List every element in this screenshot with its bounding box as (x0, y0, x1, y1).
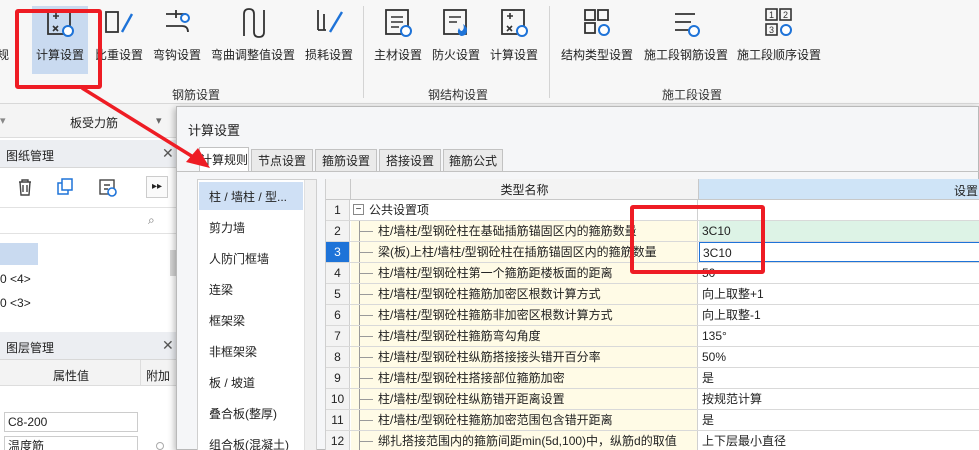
material-settings-button[interactable]: 主材设置 (371, 6, 425, 74)
drawing-item[interactable]: 0 <4> (0, 272, 31, 286)
category-item-frame-beam[interactable]: 框架梁 (199, 306, 303, 334)
table-row[interactable]: 7 柱/墙柱/型钢砼柱箍筋弯勾角度 135° (326, 326, 979, 347)
loss-settings-icon (317, 10, 344, 33)
drawing-item[interactable]: 0 <3> (0, 296, 31, 310)
steel-calc-icon (501, 9, 528, 37)
collapse-icon[interactable]: − (353, 204, 364, 215)
table-row[interactable]: 5 柱/墙柱/型钢砼柱箍筋加密区根数计算方式 向上取整+1 (326, 284, 979, 305)
tab-stirrup-formula[interactable]: 箍筋公式 (443, 149, 503, 171)
drawing-panel-title: 图纸管理 (6, 149, 55, 163)
hook-settings-icon (166, 10, 190, 33)
selected-drawing-item[interactable] (0, 243, 38, 265)
tab-lap-settings[interactable]: 搭接设置 (379, 149, 441, 171)
category-list: 柱 / 墙柱 / 型... 剪力墙 人防门框墙 连梁 框架梁 非框架梁 板 / … (197, 179, 317, 450)
svg-text:1: 1 (769, 10, 774, 20)
category-item-civil-defense[interactable]: 人防门框墙 (199, 244, 303, 272)
stage-rebar-settings-button[interactable]: 施工段钢筋设置 (641, 6, 731, 74)
stage-order-settings-button[interactable]: 1 2 3 施工段顺序设置 (735, 6, 823, 74)
tab-node-settings[interactable]: 节点设置 (251, 149, 313, 171)
search-icon[interactable]: ⌕ (148, 213, 155, 228)
stage-group-label: 施工段设置 (662, 88, 723, 102)
table-row[interactable]: 9 柱/墙柱/型钢砼柱搭接部位箍筋加密 是 (326, 368, 979, 389)
divider (0, 207, 180, 208)
left-toolbar: ▾ 板受力筋 ▾ (0, 104, 180, 138)
category-item-laminated-slab[interactable]: 叠合板(整厚) (199, 399, 303, 427)
stage-order-icon: 1 2 3 (765, 8, 792, 36)
table-row[interactable]: 12 绑扎搭接范围内的箍筋间距min(5d,100)中，纵筋d的取值 上下层最小… (326, 431, 979, 450)
structure-type-icon (584, 9, 610, 36)
close-icon[interactable]: ✕ (162, 337, 174, 354)
steel-group-label: 钢结构设置 (428, 88, 489, 102)
tab-divider (177, 171, 979, 172)
category-item-column[interactable]: 柱 / 墙柱 / 型... (199, 182, 303, 210)
fireproof-settings-button[interactable]: 防火设置 (429, 6, 483, 74)
table-row[interactable]: 8 柱/墙柱/型钢砼柱纵筋搭接接头错开百分率 50% (326, 347, 979, 368)
hook-settings-button[interactable]: 弯钩设置 (150, 6, 204, 74)
fireproof-settings-icon (443, 9, 467, 36)
property-value-cell[interactable]: C8-200 (4, 412, 138, 432)
bend-adjust-settings-button[interactable]: 弯曲调整值设置 (208, 6, 298, 74)
layer-panel-title: 图层管理 (6, 341, 55, 355)
property-value-cell[interactable]: 温度筋 (4, 436, 138, 450)
element-type-combo[interactable]: 板受力筋 (70, 114, 118, 131)
stage-rebar-icon (675, 13, 700, 37)
annotation-highlight-box (15, 9, 102, 89)
category-item-coupling-beam[interactable]: 连梁 (199, 275, 303, 303)
grid-corner (326, 179, 351, 200)
layer-panel-header: 图层管理 ✕ (0, 332, 180, 360)
category-item-non-frame-beam[interactable]: 非框架梁 (199, 337, 303, 365)
chevron-down-icon[interactable]: ▾ (156, 114, 162, 127)
svg-text:2: 2 (783, 10, 788, 20)
table-row[interactable]: 10 柱/墙柱/型钢砼柱纵筋错开距离设置 按规范计算 (326, 389, 979, 410)
table-row[interactable]: 6 柱/墙柱/型钢砼柱箍筋非加密区根数计算方式 向上取整-1 (326, 305, 979, 326)
ribbon-separator (363, 6, 364, 98)
ribbon-partial-button[interactable]: 规 (0, 6, 14, 74)
dialog-title: 计算设置 (188, 123, 241, 138)
col-extra-header: 附加 (146, 369, 171, 383)
ribbon-separator (549, 6, 550, 98)
ribbon-toolbar: 规 计算设置 比重设置 弯钩设置 弯曲调整值设置 损耗设置 钢筋设置 主材设置 … (0, 0, 979, 104)
material-settings-icon (385, 9, 412, 37)
col-type-header: 类型名称 (351, 179, 699, 200)
tab-stirrup-settings[interactable]: 箍筋设置 (315, 149, 377, 171)
bend-adjust-icon (243, 8, 265, 38)
divider (140, 360, 141, 386)
divider (0, 233, 180, 234)
property-table-header: 属性值 附加 (0, 360, 180, 386)
copy-icon[interactable] (54, 176, 76, 198)
drawing-panel-header: 图纸管理 ✕ (0, 140, 180, 168)
col-value-header: 属性值 (53, 369, 90, 383)
group-label: 公共设置项 (369, 203, 430, 217)
more-button[interactable]: ▸▸ (146, 176, 168, 198)
table-row[interactable]: 11 柱/墙柱/型钢砼柱箍筋加密范围包含错开距离 是 (326, 410, 979, 431)
annotation-highlight-box (630, 205, 765, 274)
category-item-slab[interactable]: 板 / 坡道 (199, 368, 303, 396)
calc-settings-dialog: 计算设置 计算规则 节点设置 箍筋设置 搭接设置 箍筋公式 柱 / 墙柱 / 型… (176, 106, 979, 450)
category-item-composite-slab[interactable]: 组合板(混凝土) (199, 430, 303, 450)
import-icon[interactable] (96, 176, 118, 198)
category-item-shear-wall[interactable]: 剪力墙 (199, 213, 303, 241)
col-setting-header: 设置 (699, 179, 979, 200)
weight-settings-icon (105, 11, 134, 33)
tab-calc-rules[interactable]: 计算规则 (199, 147, 249, 171)
rebar-group-label: 钢筋设置 (172, 88, 221, 102)
toolbar-dropdown-arrow[interactable]: ▾ (0, 114, 6, 127)
svg-text:3: 3 (769, 25, 774, 35)
steel-calc-settings-button[interactable]: 计算设置 (487, 6, 541, 74)
category-scrollbar[interactable] (304, 180, 316, 450)
loss-settings-button[interactable]: 损耗设置 (302, 6, 356, 74)
trash-icon[interactable] (14, 176, 36, 198)
structure-type-settings-button[interactable]: 结构类型设置 (557, 6, 637, 74)
checkbox[interactable] (156, 442, 164, 450)
close-icon[interactable]: ✕ (162, 145, 174, 162)
